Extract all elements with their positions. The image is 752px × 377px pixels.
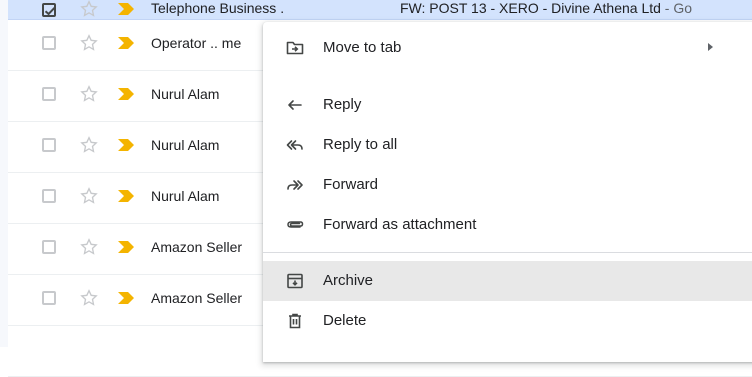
star-icon[interactable] (79, 288, 99, 308)
delete-icon (289, 313, 301, 329)
menu-item-archive[interactable]: Archive (263, 261, 752, 301)
menu-item-move-to-tab[interactable]: Move to tab (263, 28, 752, 68)
mail-sender: Operator .. me (151, 35, 242, 51)
menu-item-reply-all[interactable]: Reply to all (263, 125, 752, 165)
importance-marker-icon[interactable] (118, 241, 134, 253)
importance-marker-icon[interactable] (118, 37, 134, 49)
menu-label-reply-all: Reply to all (323, 136, 398, 153)
menu-divider (263, 252, 752, 253)
reply-icon (288, 100, 302, 110)
menu-item-forward-attachment[interactable]: Forward as attachment (263, 205, 752, 245)
mail-sender: Nurul Alam (151, 137, 220, 153)
attachment-icon (287, 221, 304, 228)
menu-label-delete: Delete (323, 312, 367, 329)
menu-label-archive: Archive (323, 272, 374, 289)
checkbox[interactable] (42, 36, 56, 50)
checkbox[interactable] (42, 189, 56, 203)
checkbox[interactable] (42, 138, 56, 152)
context-menu: Move to tab Reply Reply to all Forward F… (263, 22, 752, 362)
mail-subject-text: FW: POST 13 - XERO - Divine Athena Ltd (400, 0, 661, 16)
menu-label-reply: Reply (323, 96, 362, 113)
mail-sender: Amazon Seller (151, 290, 243, 306)
move-to-tab-icon (286, 41, 304, 55)
importance-marker-icon[interactable] (118, 3, 134, 15)
star-icon[interactable] (79, 33, 99, 53)
menu-item-reply[interactable]: Reply (263, 85, 752, 125)
mail-subject-tail: - Go (660, 0, 693, 16)
mail-row-selected[interactable]: Telephone Business . FW: POST 13 - XERO … (8, 0, 752, 20)
submenu-arrow-icon (708, 43, 713, 51)
importance-marker-icon[interactable] (118, 190, 134, 202)
importance-marker-icon[interactable] (118, 88, 134, 100)
star-icon[interactable] (79, 0, 99, 19)
checkbox[interactable] (42, 291, 56, 305)
star-icon[interactable] (79, 186, 99, 206)
menu-label-forward: Forward (323, 176, 379, 193)
importance-marker-icon[interactable] (118, 139, 134, 151)
importance-marker-icon[interactable] (118, 292, 134, 304)
menu-label-move-to-tab: Move to tab (323, 39, 402, 56)
checkbox-checked[interactable] (42, 3, 56, 17)
menu-label-forward-attachment: Forward as attachment (323, 216, 477, 233)
mail-sender: Amazon Seller (151, 239, 243, 255)
menu-item-delete[interactable]: Delete (263, 301, 752, 341)
archive-icon (287, 273, 303, 289)
mail-sender: Nurul Alam (151, 86, 220, 102)
mail-sender: Nurul Alam (151, 188, 220, 204)
menu-item-forward[interactable]: Forward (263, 165, 752, 205)
checkbox[interactable] (42, 240, 56, 254)
left-strip (0, 0, 8, 347)
star-icon[interactable] (79, 135, 99, 155)
reply-all-icon (286, 140, 303, 150)
star-icon[interactable] (79, 84, 99, 104)
mail-sender: Telephone Business . (151, 0, 285, 16)
star-icon[interactable] (79, 237, 99, 257)
forward-icon (287, 180, 303, 190)
mail-subject: FW: POST 13 - XERO - Divine Athena Ltd -… (400, 0, 692, 16)
checkbox[interactable] (42, 87, 56, 101)
